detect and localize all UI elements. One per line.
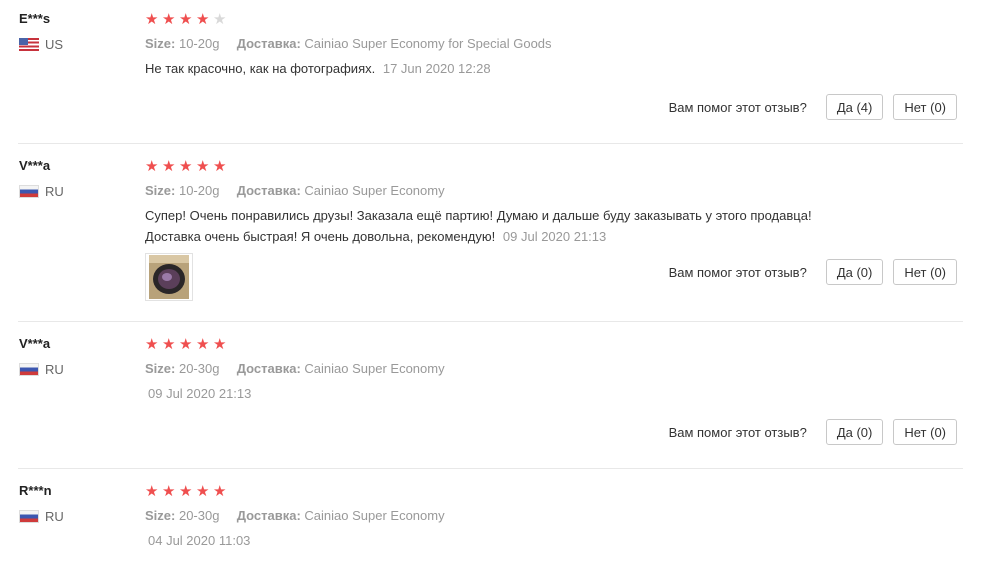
reviewer-country: RU	[19, 183, 64, 199]
star-filled-icon: ★	[145, 158, 159, 175]
reviewer-name: V***a	[19, 158, 51, 173]
review-date: 09 Jul 2020 21:13	[148, 386, 252, 401]
rating-stars: ★ ★ ★ ★ ★	[145, 159, 230, 175]
helpful-question: Вам помог этот отзыв?	[668, 99, 807, 115]
rating-stars: ★ ★ ★ ★ ★	[145, 12, 230, 28]
helpful-no-button[interactable]: Нет (0)	[893, 259, 957, 285]
country-code: RU	[45, 361, 64, 377]
review-divider	[18, 321, 963, 322]
review-divider	[18, 143, 963, 144]
order-info: Size: 20-30g Доставка: Cainiao Super Eco…	[145, 361, 445, 376]
review-divider	[18, 468, 963, 469]
review-photo-thumbnail[interactable]	[145, 253, 193, 301]
star-filled-icon: ★	[145, 483, 159, 500]
order-info: Size: 10-20g Доставка: Cainiao Super Eco…	[145, 183, 445, 198]
delivery-value: Cainiao Super Economy	[304, 183, 445, 198]
helpful-vote: Вам помог этот отзыв? Да (0) Нет (0)	[669, 419, 957, 445]
helpful-question: Вам помог этот отзыв?	[668, 424, 807, 440]
star-filled-icon: ★	[196, 158, 210, 175]
star-filled-icon: ★	[179, 158, 193, 175]
star-filled-icon: ★	[179, 11, 193, 28]
review-body: Не так красочно, как на фотографиях.	[145, 61, 376, 76]
reviewer-name: E***s	[19, 11, 51, 26]
delivery-label: Доставка:	[236, 183, 301, 198]
helpful-yes-button[interactable]: Да (0)	[825, 259, 884, 285]
order-info: Size: 10-20g Доставка: Cainiao Super Eco…	[145, 36, 552, 51]
star-filled-icon: ★	[145, 336, 159, 353]
size-label: Size:	[145, 508, 176, 523]
rating-stars: ★ ★ ★ ★ ★	[145, 337, 230, 353]
delivery-label: Доставка:	[236, 508, 301, 523]
us-flag-icon	[19, 37, 39, 51]
helpful-yes-button[interactable]: Да (4)	[825, 94, 884, 120]
rating-stars: ★ ★ ★ ★ ★	[145, 484, 230, 500]
star-filled-icon: ★	[179, 483, 193, 500]
reviewer-name: R***n	[19, 483, 52, 498]
review-text: Супер! Очень понравились друзы! Заказала…	[145, 205, 812, 247]
review-date: 17 Jun 2020 12:28	[382, 61, 491, 76]
size-value: 20-30g	[178, 508, 220, 523]
helpful-vote: Вам помог этот отзыв? Да (0) Нет (0)	[669, 259, 957, 285]
star-filled-icon: ★	[179, 336, 193, 353]
delivery-value: Cainiao Super Economy	[304, 361, 445, 376]
star-filled-icon: ★	[162, 158, 176, 175]
reviewer-country: RU	[19, 508, 64, 524]
star-filled-icon: ★	[213, 336, 227, 353]
helpful-question: Вам помог этот отзыв?	[668, 264, 807, 280]
size-label: Size:	[145, 361, 176, 376]
delivery-value: Cainiao Super Economy for Special Goods	[304, 36, 552, 51]
star-filled-icon: ★	[162, 483, 176, 500]
helpful-no-button[interactable]: Нет (0)	[893, 94, 957, 120]
star-filled-icon: ★	[196, 336, 210, 353]
helpful-yes-button[interactable]: Да (0)	[825, 419, 884, 445]
helpful-vote: Вам помог этот отзыв? Да (4) Нет (0)	[669, 94, 957, 120]
star-empty-icon: ★	[213, 11, 227, 28]
review-body-line2: Доставка очень быстрая! Я очень довольна…	[145, 229, 496, 244]
review-date: 04 Jul 2020 11:03	[148, 533, 251, 548]
star-filled-icon: ★	[162, 11, 176, 28]
star-filled-icon: ★	[196, 11, 210, 28]
reviewer-country: RU	[19, 361, 64, 377]
country-code: US	[45, 36, 64, 52]
size-value: 20-30g	[178, 361, 220, 376]
ru-flag-icon	[19, 184, 39, 198]
size-value: 10-20g	[178, 36, 220, 51]
star-filled-icon: ★	[162, 336, 176, 353]
helpful-no-button[interactable]: Нет (0)	[893, 419, 957, 445]
country-code: RU	[45, 508, 64, 524]
size-label: Size:	[145, 183, 176, 198]
star-filled-icon: ★	[196, 483, 210, 500]
star-filled-icon: ★	[145, 11, 159, 28]
star-filled-icon: ★	[213, 158, 227, 175]
review-body-line1: Супер! Очень понравились друзы! Заказала…	[145, 208, 812, 223]
reviewer-country: US	[19, 36, 63, 52]
size-label: Size:	[145, 36, 176, 51]
review-date: 09 Jul 2020 21:13	[502, 229, 607, 244]
ru-flag-icon	[19, 509, 39, 523]
ru-flag-icon	[19, 362, 39, 376]
crystal-photo-image	[149, 255, 189, 299]
size-value: 10-20g	[178, 183, 220, 198]
reviewer-name: V***a	[19, 336, 51, 351]
delivery-value: Cainiao Super Economy	[304, 508, 445, 523]
order-info: Size: 20-30g Доставка: Cainiao Super Eco…	[145, 508, 445, 523]
review-text: Не так красочно, как на фотографиях. 17 …	[145, 58, 491, 79]
country-code: RU	[45, 183, 64, 199]
delivery-label: Доставка:	[236, 36, 301, 51]
delivery-label: Доставка:	[236, 361, 301, 376]
star-filled-icon: ★	[213, 483, 227, 500]
